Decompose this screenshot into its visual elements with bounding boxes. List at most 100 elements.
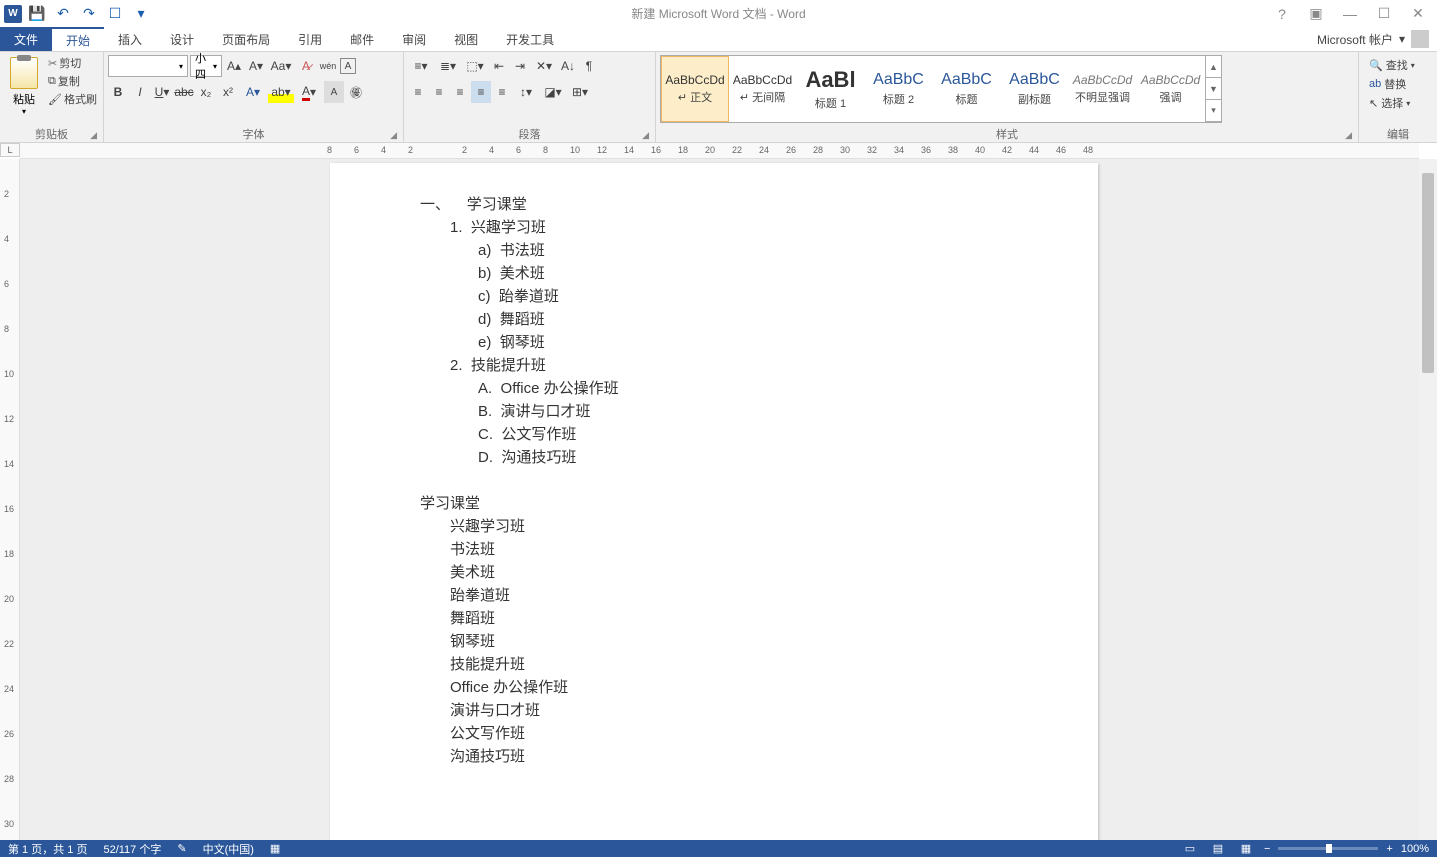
scrollbar-thumb[interactable] — [1422, 173, 1434, 373]
qat-undo-button[interactable]: ↶ — [52, 3, 74, 25]
account-label[interactable]: Microsoft 帐户 — [1317, 31, 1393, 48]
view-read-button[interactable]: ▭ — [1180, 842, 1200, 856]
style-title[interactable]: AaBbC标题 — [933, 56, 1001, 122]
align-center-button[interactable]: ≡ — [429, 81, 449, 103]
clear-format-button[interactable]: A̷ — [296, 55, 316, 77]
zoom-slider[interactable] — [1278, 847, 1378, 850]
tab-developer[interactable]: 开发工具 — [492, 27, 568, 51]
status-page[interactable]: 第 1 页，共 1 页 — [8, 841, 87, 857]
highlight-button[interactable]: ab▾ — [268, 81, 294, 103]
vertical-scrollbar[interactable] — [1419, 159, 1437, 840]
tab-mailings[interactable]: 邮件 — [336, 27, 388, 51]
enclose-char-button[interactable]: ㊝ — [346, 81, 366, 103]
tab-home[interactable]: 开始 — [52, 27, 104, 51]
gallery-more-button[interactable]: ▾ — [1206, 100, 1221, 122]
distributed-button[interactable]: ≡ — [492, 81, 512, 103]
horizontal-ruler[interactable]: 8642246810121416182022242628303234363840… — [20, 143, 1419, 159]
style-subtle-emphasis[interactable]: AaBbCcDd不明显强调 — [1069, 56, 1137, 122]
zoom-in-button[interactable]: + — [1386, 843, 1392, 855]
minimize-button[interactable]: — — [1339, 3, 1361, 25]
help-button[interactable]: ? — [1271, 3, 1293, 25]
italic-button[interactable]: I — [130, 81, 150, 103]
qat-save-button[interactable]: 💾 — [26, 3, 48, 25]
font-color-button[interactable]: A▾ — [296, 81, 322, 103]
status-wordcount[interactable]: 52/117 个字 — [103, 841, 161, 857]
styles-launcher[interactable]: ◢ — [1345, 130, 1352, 141]
bullets-button[interactable]: ≡▾ — [408, 55, 434, 77]
tab-design[interactable]: 设计 — [156, 27, 208, 51]
replace-button[interactable]: ab替换 — [1369, 76, 1415, 92]
increase-indent-button[interactable]: ⇥ — [510, 55, 530, 77]
justify-button[interactable]: ≡ — [471, 81, 491, 103]
align-right-button[interactable]: ≡ — [450, 81, 470, 103]
paragraph-launcher[interactable]: ◢ — [642, 130, 649, 141]
phonetic-button[interactable]: wén — [318, 55, 338, 77]
view-web-button[interactable]: ▦ — [1236, 842, 1256, 856]
style-heading2[interactable]: AaBbC标题 2 — [865, 56, 933, 122]
zoom-level[interactable]: 100% — [1401, 843, 1429, 855]
qat-customize-button[interactable]: ▾ — [130, 3, 152, 25]
text-effects-button[interactable]: A▾ — [240, 81, 266, 103]
style-heading1[interactable]: AaBl标题 1 — [797, 56, 865, 122]
char-shading-button[interactable]: A — [324, 81, 344, 103]
avatar[interactable] — [1411, 30, 1429, 48]
underline-button[interactable]: U▾ — [152, 81, 172, 103]
status-proofing-icon[interactable]: ✎ — [177, 842, 186, 855]
grow-font-button[interactable]: A▴ — [224, 55, 244, 77]
bold-button[interactable]: B — [108, 81, 128, 103]
close-button[interactable]: ✕ — [1407, 3, 1429, 25]
decrease-indent-button[interactable]: ⇤ — [489, 55, 509, 77]
status-macro-icon[interactable]: ▦ — [270, 842, 280, 855]
status-language[interactable]: 中文(中国) — [203, 841, 254, 857]
maximize-button[interactable]: ☐ — [1373, 3, 1395, 25]
align-left-button[interactable]: ≡ — [408, 81, 428, 103]
style-emphasis[interactable]: AaBbCcDd强调 — [1137, 56, 1205, 122]
sort-button[interactable]: A↓ — [558, 55, 578, 77]
style-nospacing[interactable]: AaBbCcDd↵ 无间隔 — [729, 56, 797, 122]
style-subtitle[interactable]: AaBbC副标题 — [1001, 56, 1069, 122]
tab-file[interactable]: 文件 — [0, 27, 52, 51]
multilevel-button[interactable]: ⬚▾ — [462, 55, 488, 77]
format-painter-button[interactable]: 🖌格式刷 — [48, 91, 97, 107]
show-marks-button[interactable]: ¶ — [579, 55, 599, 77]
subscript-button[interactable]: x₂ — [196, 81, 216, 103]
numbering-button[interactable]: ≣▾ — [435, 55, 461, 77]
vertical-ruler[interactable]: 24681012141618202224262830 — [0, 159, 20, 840]
page[interactable]: 一、 学习课堂 1. 兴趣学习班 a) 书法班 b) 美术班 c) 跆拳道班 d… — [330, 163, 1098, 840]
gallery-down-button[interactable]: ▼ — [1206, 78, 1221, 100]
shrink-font-button[interactable]: A▾ — [246, 55, 266, 77]
ribbon-options-button[interactable]: ▣ — [1305, 3, 1327, 25]
tab-references[interactable]: 引用 — [284, 27, 336, 51]
paste-button[interactable]: 粘贴 ▾ — [4, 55, 44, 126]
style-normal[interactable]: AaBbCcDd↵ 正文 — [661, 56, 729, 122]
copy-button[interactable]: ⧉复制 — [48, 73, 97, 89]
borders-button[interactable]: ⊞▾ — [567, 81, 593, 103]
change-case-button[interactable]: Aa▾ — [268, 55, 294, 77]
tab-layout[interactable]: 页面布局 — [208, 27, 284, 51]
shading-button[interactable]: ◪▾ — [540, 81, 566, 103]
select-button[interactable]: ↖选择▾ — [1369, 95, 1415, 111]
text-direction-button[interactable]: ✕▾ — [531, 55, 557, 77]
qat-touch-button[interactable]: ☐ — [104, 3, 126, 25]
clipboard-launcher[interactable]: ◢ — [90, 130, 97, 141]
ribbon: 粘贴 ▾ ✂剪切 ⧉复制 🖌格式刷 剪贴板◢ ▾ 小四▾ A▴ A▾ Aa▾ A… — [0, 52, 1437, 143]
gallery-up-button[interactable]: ▲ — [1206, 56, 1221, 78]
font-name-combo[interactable]: ▾ — [108, 55, 188, 77]
account-dropdown-icon[interactable]: ▾ — [1399, 32, 1405, 46]
tab-view[interactable]: 视图 — [440, 27, 492, 51]
tab-review[interactable]: 审阅 — [388, 27, 440, 51]
document-content[interactable]: 一、 学习课堂 1. 兴趣学习班 a) 书法班 b) 美术班 c) 跆拳道班 d… — [330, 163, 1098, 798]
view-print-button[interactable]: ▤ — [1208, 842, 1228, 856]
cut-button[interactable]: ✂剪切 — [48, 55, 97, 71]
ruler-corner[interactable]: L — [0, 143, 20, 157]
font-launcher[interactable]: ◢ — [390, 130, 397, 141]
qat-redo-button[interactable]: ↷ — [78, 3, 100, 25]
zoom-out-button[interactable]: − — [1264, 843, 1270, 855]
line-spacing-button[interactable]: ↕▾ — [513, 81, 539, 103]
superscript-button[interactable]: x² — [218, 81, 238, 103]
char-border-button[interactable]: A — [340, 58, 356, 74]
find-button[interactable]: 🔍查找▾ — [1369, 57, 1415, 73]
strikethrough-button[interactable]: abc — [174, 81, 194, 103]
font-size-combo[interactable]: 小四▾ — [190, 55, 222, 77]
tab-insert[interactable]: 插入 — [104, 27, 156, 51]
